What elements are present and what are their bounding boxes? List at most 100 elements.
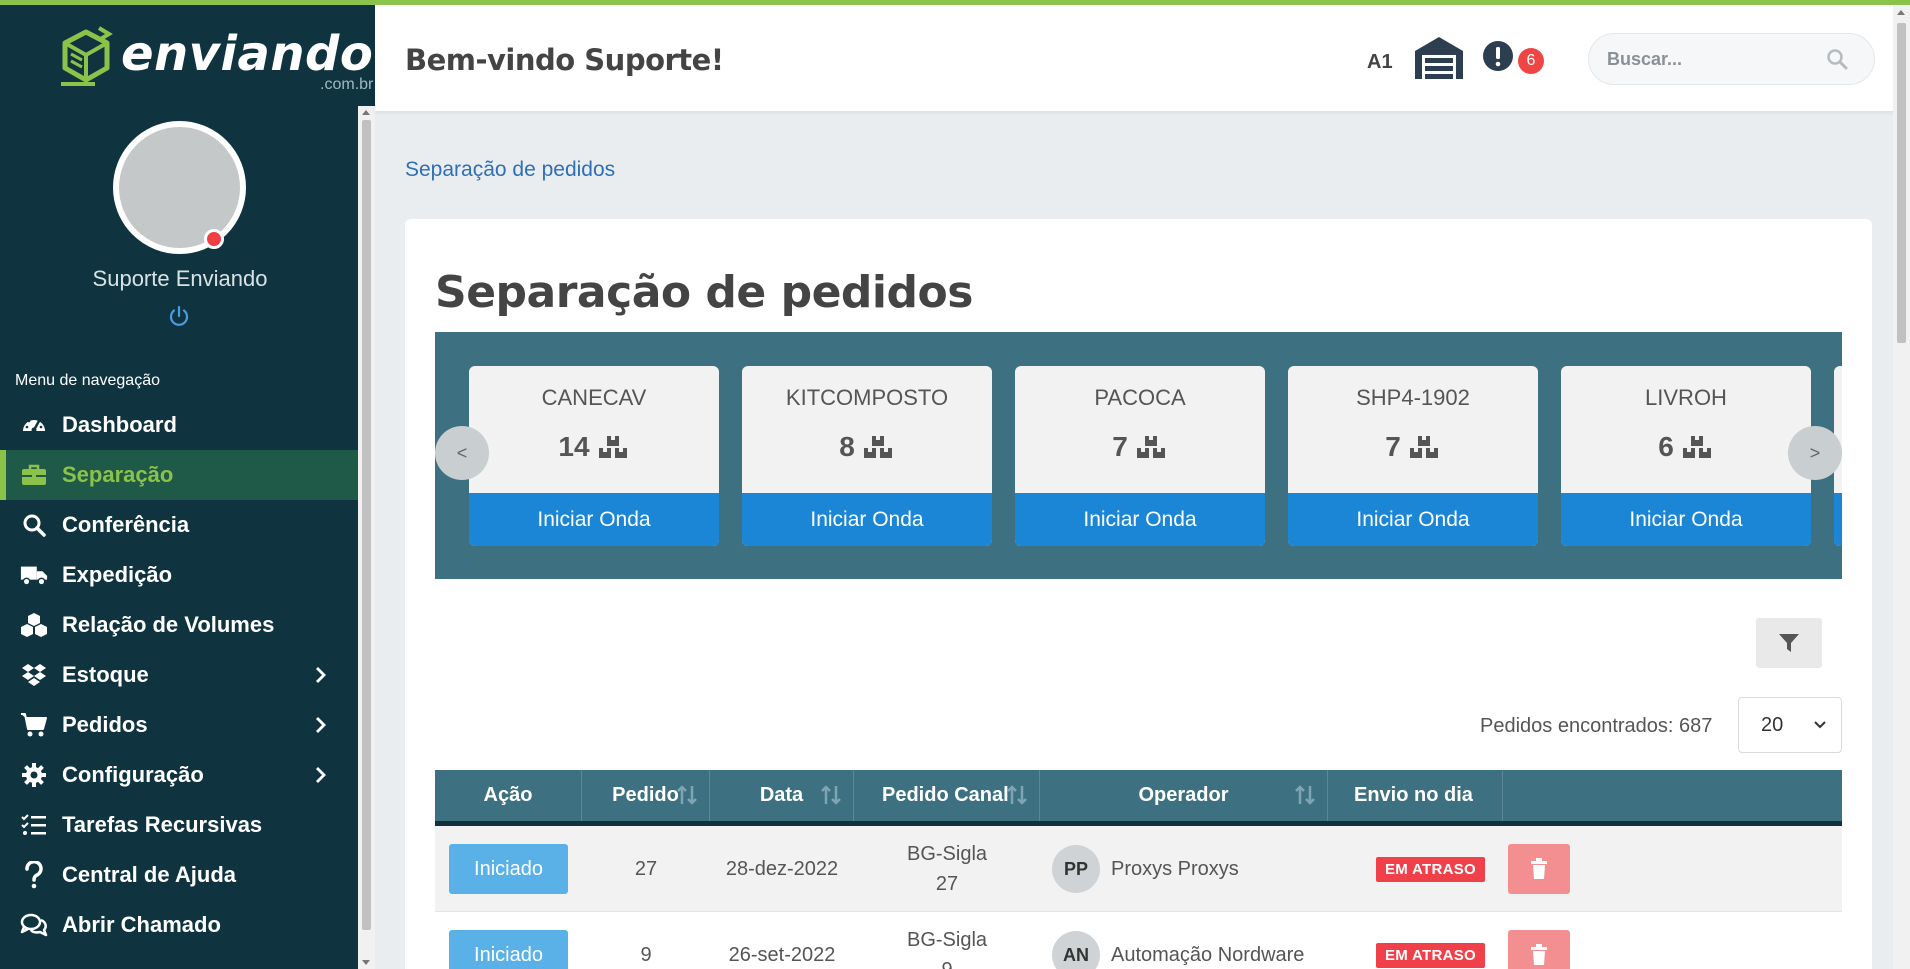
sidebar-item-pedidos[interactable]: Pedidos [0,700,358,750]
filter-icon [1779,634,1799,652]
cell-delete [1503,912,1575,969]
started-button[interactable]: Iniciado [449,844,568,894]
sidebar-item-label: Tarefas Recursivas [62,812,263,837]
carousel-next-button[interactable]: > [1788,426,1842,480]
col-pedido-canal[interactable]: Pedido Canal [854,770,1040,821]
sidebar-item-tarefas-recursivas[interactable]: Tarefas Recursivas [0,800,358,850]
alert-count-badge[interactable]: 6 [1518,48,1544,74]
start-wave-button[interactable]: Iniciar Onda [1015,493,1265,546]
alert-icon[interactable] [1482,40,1514,72]
boxes-stack-icon [1136,436,1165,458]
sidebar-item-expedicao[interactable]: Expedição [0,550,358,600]
col-operador[interactable]: Operador [1040,770,1328,821]
page-size-select[interactable]: 20 [1738,697,1842,753]
wave-sku: KITCOMPOSTO [785,385,949,410]
sort-icon[interactable] [1007,784,1027,806]
cell-data: 28-dez-2022 [725,857,839,880]
sidebar-item-estoque[interactable]: Estoque [0,650,358,700]
sidebar-item-configuracao[interactable]: Configuração [0,750,358,800]
sidebar-item-relacao-volumes[interactable]: Relação de Volumes [0,600,358,650]
wave-card: KITCOMPOSTO 8 Iniciar Onda [742,366,992,546]
cell-acao: Iniciado [435,912,582,969]
scrollbar-thumb[interactable] [362,120,371,930]
scrollbar-thumb[interactable] [1897,23,1906,343]
sidebar-item-label: Pedidos [62,712,148,737]
top-accent-line [0,0,1910,5]
chevron-right-icon [316,667,326,683]
scroll-up-arrow-icon[interactable] [1897,10,1905,15]
sort-icon[interactable] [677,784,697,806]
sort-icon[interactable] [821,784,841,806]
operator-name: Automação Nordware [1111,943,1305,966]
col-data[interactable]: Data [710,770,854,821]
orders-found-count: Pedidos encontrados: 687 [1480,715,1713,737]
sidebar-item-central-ajuda[interactable]: Central de Ajuda [0,850,358,900]
content-card: Separação de pedidos CANECAV 14 Iniciar … [405,219,1872,969]
canal-number: 27 [935,873,959,895]
page-scrollbar[interactable] [1893,5,1910,969]
gear-icon [20,761,48,789]
cell-pedido: 27 [634,857,658,880]
cell-pedido: 9 [640,943,652,966]
status-badge: EM ATRASO [1375,856,1486,882]
col-pedido[interactable]: Pedido [582,770,710,821]
status-indicator [204,229,224,249]
top-header: Bem-vindo Suporte! A1 6 [375,5,1910,111]
list-check-icon [20,811,48,839]
logo-cube-icon [61,26,113,86]
start-wave-button[interactable]: Iniciar Onda [1561,493,1811,546]
sort-icon[interactable] [1295,784,1315,806]
warehouse-icon[interactable] [1413,35,1465,81]
sidebar-item-label: Relação de Volumes [62,612,275,637]
col-label: Pedido Canal [882,784,1009,806]
orders-table: Ação Pedido Data Pedido Canal Operador E… [435,770,1842,969]
wave-sku: LIVROH [1645,385,1727,410]
search-input[interactable] [1607,34,1827,84]
chat-icon [20,911,48,939]
wave-qty: 14 [558,431,590,462]
col-label: Pedido [612,784,679,806]
sidebar-item-conferencia[interactable]: Conferência [0,500,358,550]
wave-qty: 6 [1658,431,1674,462]
col-label: Data [759,784,804,806]
status-badge: EM ATRASO [1375,942,1486,968]
breadcrumb[interactable]: Separação de pedidos [405,158,615,182]
filter-button[interactable] [1756,618,1822,668]
briefcase-icon [20,461,48,489]
wave-card: LIVROH 6 Iniciar Onda [1561,366,1811,546]
wave-carousel: CANECAV 14 Iniciar Onda KITCOMPOSTO 8 In… [435,332,1842,579]
user-avatar[interactable] [113,121,246,254]
dropbox-icon [20,661,48,689]
start-wave-button-partial[interactable] [1834,493,1842,546]
search-icon[interactable] [1826,48,1848,70]
cell-pedido-canal: BG-Sigla 27 [854,826,1040,912]
scroll-up-arrow-icon[interactable] [362,110,370,115]
menu-label: Menu de navegação [15,372,160,389]
gauge-icon [20,411,48,439]
boxes-stack-icon [598,436,627,458]
start-wave-button[interactable]: Iniciar Onda [469,493,719,546]
sidebar-scrollbar[interactable] [358,106,375,969]
sidebar-item-dashboard[interactable]: Dashboard [0,400,358,450]
sidebar-item-separacao[interactable]: Separação [0,450,358,500]
delete-button[interactable] [1508,844,1570,894]
sidebar-item-abrir-chamado[interactable]: Abrir Chamado [0,900,358,950]
welcome-message: Bem-vindo Suporte! [405,43,724,77]
start-wave-button[interactable]: Iniciar Onda [1288,493,1538,546]
cell-delete [1503,826,1575,912]
carousel-prev-button[interactable]: < [435,426,489,480]
power-icon[interactable] [167,304,191,328]
wave-qty: 8 [839,431,855,462]
wave-sku: CANECAV [541,385,647,410]
table-header: Ação Pedido Data Pedido Canal Operador E… [435,770,1842,826]
start-wave-button[interactable]: Iniciar Onda [742,493,992,546]
search-icon [20,511,48,539]
logo[interactable]: enviando .com.br [55,26,373,94]
delete-button[interactable] [1508,930,1570,969]
chevron-down-icon [1814,721,1826,729]
scroll-down-arrow-icon[interactable] [362,960,370,965]
page-title: Separação de pedidos [435,267,973,318]
warehouse-code[interactable]: A1 [1367,51,1393,74]
sidebar-item-label: Abrir Chamado [62,912,221,937]
started-button[interactable]: Iniciado [449,930,568,969]
